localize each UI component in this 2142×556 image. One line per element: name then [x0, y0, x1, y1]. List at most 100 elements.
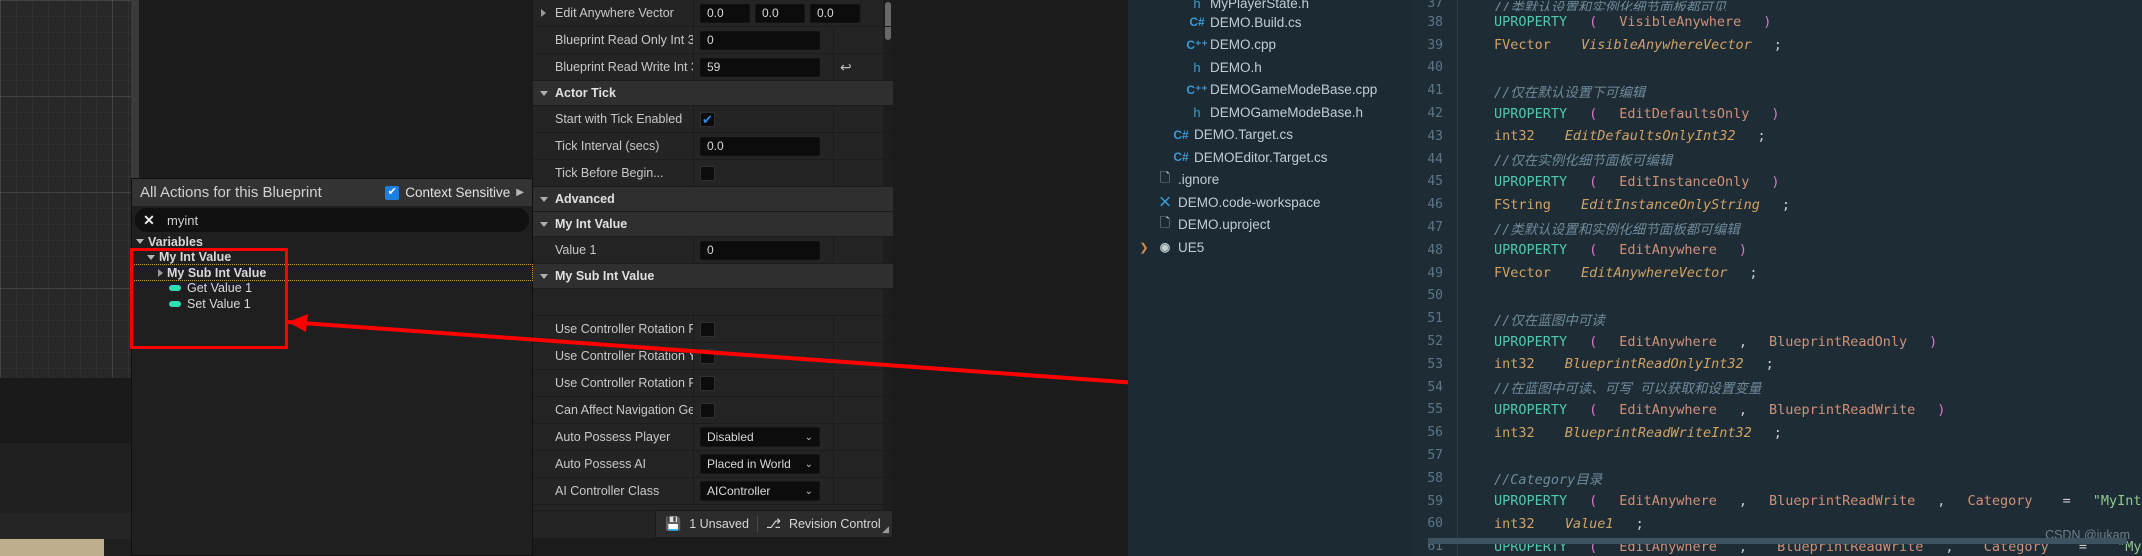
chevron-down-icon[interactable]	[540, 196, 548, 202]
revision-control-label[interactable]: Revision Control	[789, 517, 881, 531]
property-label: Use Controller Rotation R...	[555, 376, 693, 390]
code-text[interactable]: //在蓝图中可读、可写 可以获取和设置变量	[1457, 375, 2142, 399]
vector-component-input[interactable]: 0.0	[810, 3, 860, 23]
code-text[interactable]: UPROPERTY (EditAnywhere, BlueprintReadWrit…	[1457, 398, 2142, 422]
code-token: (	[1589, 173, 1598, 190]
dropdown-select[interactable]: Placed in World ⌄	[700, 454, 820, 474]
file-list-item[interactable]: ❯ ◉ UE5	[1128, 236, 1413, 259]
chevron-down-icon[interactable]: ⌄	[805, 486, 813, 497]
vector-component-input[interactable]: 0.0	[700, 3, 750, 23]
property-value: 0	[693, 237, 833, 263]
code-text[interactable]: int32 EditDefaultsOnlyInt32;	[1457, 124, 2142, 148]
action-tree-item[interactable]: Variables	[132, 234, 532, 250]
chevron-right-icon[interactable]: ▶	[516, 187, 524, 198]
code-text[interactable]: int32 BlueprintReadOnlyInt32;	[1457, 352, 2142, 376]
blueprint-graph-canvas[interactable]	[0, 0, 131, 378]
file-list-item[interactable]: h MyPlayerState.h	[1128, 0, 1413, 11]
editor-horizontal-scrollbar[interactable]	[1413, 538, 2142, 544]
file-name-label: MyPlayerState.h	[1210, 0, 1310, 11]
file-list-item[interactable]: C# DEMO.Target.cs	[1128, 124, 1413, 147]
vector-component-input[interactable]: 0.0	[755, 3, 805, 23]
resize-grip-icon[interactable]: ◢	[882, 524, 889, 535]
chevron-down-icon[interactable]	[540, 221, 548, 227]
file-list-item[interactable]: ⨉ DEMO.code-workspace	[1128, 191, 1413, 214]
checkbox-icon[interactable]	[385, 185, 400, 200]
file-list-item[interactable]: C⁺⁺ DEMOGameModeBase.cpp	[1128, 79, 1413, 102]
code-text[interactable]	[1457, 444, 2142, 467]
unsaved-count-label[interactable]: 1 Unsaved	[689, 517, 749, 531]
code-text[interactable]: UPROPERTY (EditInstanceOnly)	[1457, 170, 2142, 194]
dropdown-select[interactable]: Disabled ⌄	[700, 427, 820, 447]
code-text[interactable]: UPROPERTY (EditAnywhere, BlueprintReadOnly…	[1457, 330, 2142, 353]
action-search-row[interactable]: ✕ myint	[135, 208, 529, 232]
file-name-label: DEMOGameModeBase.cpp	[1210, 82, 1378, 98]
code-text[interactable]: int32 BlueprintReadWriteInt32;	[1457, 421, 2142, 445]
chevron-down-icon[interactable]	[540, 273, 548, 279]
code-text[interactable]: FVector VisibleAnywhereVector;	[1457, 33, 2142, 57]
property-row: Auto Possess Player Disabled ⌄	[533, 424, 893, 451]
code-text[interactable]: //仅在默认设置下可编辑	[1457, 79, 2142, 103]
property-category-label: Actor Tick	[555, 86, 616, 100]
code-text[interactable]	[1457, 284, 2142, 308]
file-list-item[interactable]: h DEMOGameModeBase.h	[1128, 101, 1413, 124]
property-reset-cell	[860, 0, 893, 26]
code-text[interactable]: //仅在蓝图中可读	[1457, 307, 2142, 331]
code-text[interactable]: //仅在实例化细节面板可编辑	[1457, 147, 2142, 171]
number-input[interactable]: 0	[700, 30, 820, 50]
file-list-item[interactable]: 🗋 DEMO.uproject	[1128, 214, 1413, 237]
action-tree-item[interactable]: Get Value 1	[132, 281, 532, 297]
number-input[interactable]: 0	[700, 240, 820, 260]
property-row: Use Controller Rotation Pi	[533, 316, 893, 343]
checkbox-input[interactable]	[700, 402, 715, 418]
number-input[interactable]: 59	[700, 57, 820, 77]
property-reset-cell	[833, 133, 893, 159]
checkbox-input[interactable]	[700, 111, 715, 127]
action-search-input[interactable]: myint	[167, 213, 198, 228]
file-list-item[interactable]: h DEMO.h	[1128, 56, 1413, 79]
code-text[interactable]: //类默认设置和实例化细节面板都可见	[1457, 0, 2142, 11]
action-tree-label: Get Value 1	[187, 281, 253, 296]
number-input[interactable]: 0.0	[700, 136, 820, 156]
chevron-down-icon[interactable]	[540, 90, 548, 96]
chevron-down-icon[interactable]: ⌄	[805, 459, 813, 470]
clear-search-icon[interactable]: ✕	[141, 212, 157, 229]
context-sensitive-toggle[interactable]: Context Sensitive ▶	[385, 185, 524, 200]
action-tree-item[interactable]: My Int Value	[132, 250, 532, 266]
code-text[interactable]: UPROPERTY (EditAnywhere)	[1457, 238, 2142, 262]
code-text[interactable]: UPROPERTY (EditAnywhere, BlueprintReadWrit…	[1457, 489, 2142, 513]
file-list-item[interactable]: C⁺⁺ DEMO.cpp	[1128, 34, 1413, 57]
code-editor[interactable]: 37 //类默认设置和实例化细节面板都可见 38 UPROPERTY (VisibleA…	[1413, 0, 2142, 556]
file-list-item[interactable]: C# DEMO.Build.cs	[1128, 11, 1413, 34]
code-text[interactable]	[1457, 56, 2142, 80]
property-value: 0.0 0.0 0.0	[693, 0, 860, 26]
chevron-down-icon[interactable]	[147, 254, 155, 260]
variable-pin-icon	[169, 300, 181, 307]
code-token: ;	[1635, 515, 1644, 532]
file-list-item[interactable]: 🗋 .ignore	[1128, 169, 1413, 192]
chevron-down-icon[interactable]	[136, 239, 144, 245]
code-text[interactable]: FVector EditAnywhereVector;	[1457, 261, 2142, 285]
code-line: 45 UPROPERTY (EditInstanceOnly)	[1413, 170, 2142, 194]
chevron-right-icon[interactable]	[541, 9, 546, 17]
checkbox-input[interactable]	[700, 165, 715, 181]
file-list-item[interactable]: C# DEMOEditor.Target.cs	[1128, 146, 1413, 169]
code-line: 60 int32 Value1;	[1413, 512, 2142, 536]
code-text[interactable]: UPROPERTY (VisibleAnywhere)	[1457, 11, 2142, 34]
code-text[interactable]: FString EditInstanceOnlyString;	[1457, 193, 2142, 217]
code-text[interactable]: int32 Value1;	[1457, 512, 2142, 536]
revert-icon[interactable]: ↩	[840, 59, 852, 76]
h-file-icon: h	[1193, 59, 1201, 75]
code-text[interactable]: //Category目录	[1457, 466, 2142, 490]
code-text[interactable]: //类默认设置和实例化细节面板都可编辑	[1457, 216, 2142, 239]
code-text[interactable]: UPROPERTY (EditDefaultsOnly)	[1457, 102, 2142, 125]
chevron-right-icon[interactable]: ❯	[1136, 241, 1152, 254]
dropdown-value: Disabled	[707, 430, 754, 444]
dropdown-select[interactable]: AIController ⌄	[700, 481, 820, 501]
checkbox-input[interactable]	[700, 375, 715, 391]
action-tree-item[interactable]: Set Value 1	[132, 296, 532, 312]
checkbox-input[interactable]	[700, 348, 715, 364]
chevron-down-icon[interactable]: ⌄	[805, 432, 813, 443]
cs-file-icon: C#	[1173, 127, 1189, 142]
checkbox-input[interactable]	[700, 321, 715, 337]
code-token: (	[1589, 242, 1598, 259]
